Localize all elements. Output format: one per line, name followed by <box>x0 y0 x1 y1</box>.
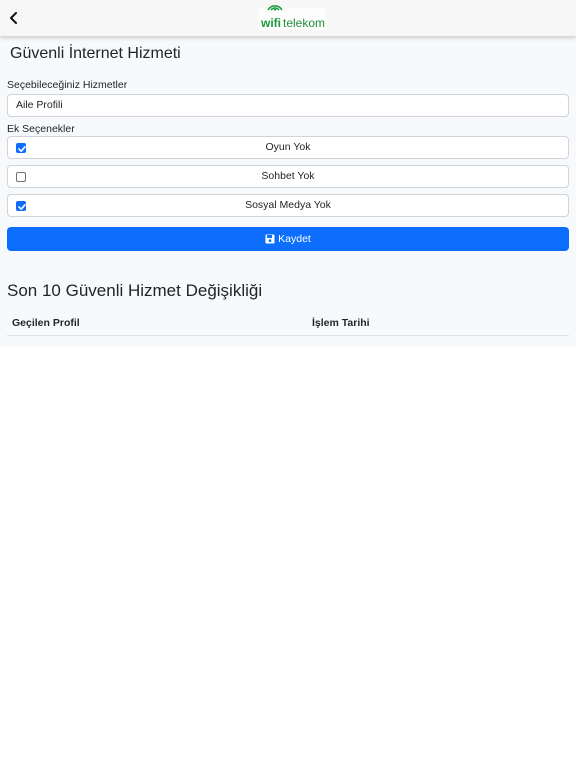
column-header-date: İşlem Tarihi <box>312 317 370 329</box>
logo-wifi-text: wifi <box>261 16 281 30</box>
history-title: Son 10 Güvenli Hizmet Değişikliği <box>7 281 263 300</box>
chevron-left-icon <box>10 12 17 24</box>
option-label: Sosyal Medya Yok <box>245 199 331 211</box>
column-header-profile: Geçilen Profil <box>12 317 80 329</box>
service-select[interactable]: Aile Profili <box>7 94 569 117</box>
logo-telekom-text: telekom <box>283 16 326 30</box>
app-header: wifi telekom <box>0 0 576 36</box>
page-title: Güvenli İnternet Hizmeti <box>10 45 181 62</box>
extras-label: Ek Seçenekler <box>7 123 75 135</box>
services-label: Seçebileceğiniz Hizmetler <box>7 79 128 91</box>
option-label: Sohbet Yok <box>261 170 315 182</box>
option-row-sosyal-medya-yok[interactable]: Sosyal Medya Yok <box>7 194 569 217</box>
option-label: Oyun Yok <box>265 141 311 153</box>
save-button-label: Kaydet <box>278 233 311 245</box>
wifi-signal-icon <box>267 5 283 11</box>
history-table-header: Geçilen Profil İşlem Tarihi <box>7 312 569 336</box>
main-content: Güvenli İnternet Hizmeti Seçebileceğiniz… <box>0 36 576 346</box>
brand-logo: wifi telekom <box>258 5 326 30</box>
floppy-disk-icon <box>265 234 275 244</box>
option-row-sohbet-yok[interactable]: Sohbet Yok <box>7 165 569 188</box>
back-button[interactable] <box>2 6 26 30</box>
option-row-oyun-yok[interactable]: Oyun Yok <box>7 136 569 159</box>
save-button[interactable]: Kaydet <box>7 227 569 251</box>
